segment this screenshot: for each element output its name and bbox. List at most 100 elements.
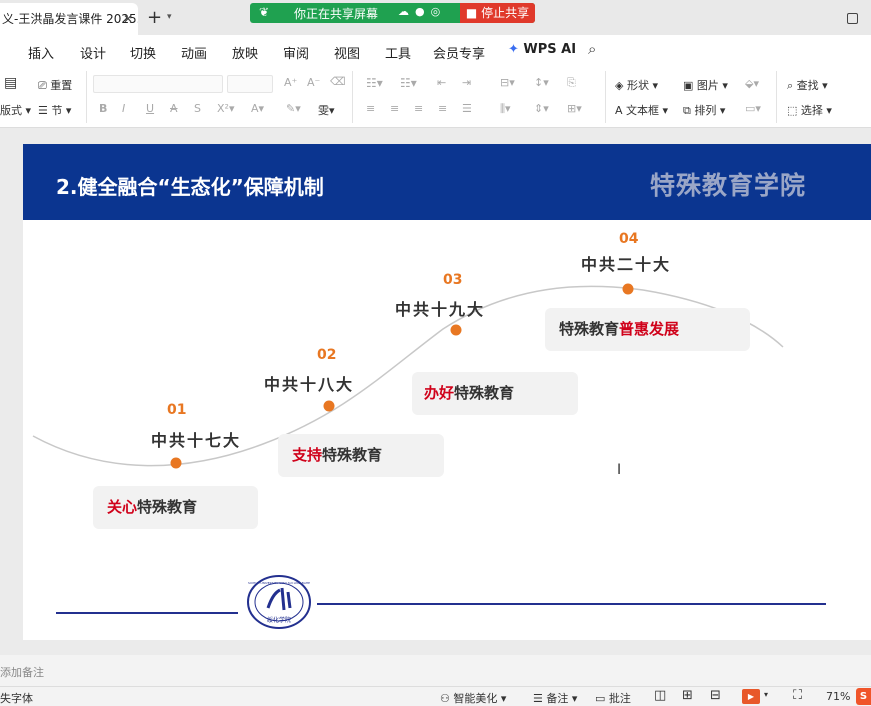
increase-indent-icon[interactable]: ⇥ <box>462 76 471 89</box>
justify-icon[interactable]: ≡ <box>438 102 447 115</box>
node-box-04[interactable]: 特殊教育普惠发展 <box>545 308 750 351</box>
shadow-icon[interactable]: S <box>194 102 201 115</box>
wps-assistant-icon[interactable]: S <box>856 688 871 705</box>
missing-font-indicator[interactable]: 失字体 <box>0 690 33 706</box>
font-name-select[interactable] <box>93 75 223 93</box>
reset-icon: ⎚ <box>38 79 51 92</box>
document-tab[interactable]: 义-王洪晶发言课件 2025.5 <box>0 3 138 35</box>
bold-icon[interactable]: B <box>99 102 107 115</box>
convert-icon[interactable]: ⎘ <box>567 76 576 90</box>
new-tab-button[interactable]: + <box>147 7 162 28</box>
find-icon: ⌕ <box>787 79 797 92</box>
leaf-icon: ❦ <box>259 5 270 19</box>
smart-beautify-button[interactable]: ⚇ 智能美化 ▾ <box>440 690 506 706</box>
font-shrink-icon[interactable]: A⁻ <box>307 76 320 89</box>
play-slideshow-button[interactable]: ▶ <box>742 689 760 704</box>
footer-line-right <box>317 603 826 605</box>
node-text-01: 特殊教育 <box>137 498 198 516</box>
wps-ai-label: WPS AI <box>523 42 577 57</box>
underline-icon[interactable]: U <box>146 102 154 115</box>
university-seal: 绥化学院 SUIHUA UNIVERSITY 1953 SUI LING BAH… <box>247 575 311 629</box>
search-icon[interactable]: ⌕ <box>588 40 596 58</box>
text-effect-icon[interactable]: 雯▾ <box>318 102 335 118</box>
node-box-02[interactable]: 支持特殊教育 <box>278 434 444 477</box>
arrange-icon: ⧉ <box>683 104 695 117</box>
menu-slideshow[interactable]: 放映 <box>232 43 258 62</box>
bullet-list-icon[interactable]: ☷▾ <box>366 76 383 90</box>
comment-icon: ▭ <box>595 692 609 705</box>
align-right-icon[interactable]: ≡ <box>414 102 423 115</box>
seal-text: 绥化学院 <box>267 616 291 624</box>
select-icon: ⬚ <box>787 104 801 117</box>
italic-icon[interactable]: I <box>122 102 125 115</box>
paragraph-spacing-icon[interactable]: ⇕▾ <box>534 102 549 115</box>
columns-icon[interactable]: ⫼▾ <box>500 102 511 116</box>
numbered-list-icon[interactable]: ☷▾ <box>400 76 417 90</box>
node-box-03[interactable]: 办好特殊教育 <box>412 372 578 415</box>
node-highlight-02: 支持 <box>292 446 323 464</box>
text-direction-icon[interactable]: ⊟▾ <box>500 76 515 89</box>
wps-ai-button[interactable]: ✦ WPS AI <box>508 42 576 57</box>
decrease-indent-icon[interactable]: ⇤ <box>437 76 446 89</box>
font-color-icon[interactable]: A▾ <box>251 102 264 115</box>
select-button[interactable]: ⬚ 选择 ▾ <box>787 102 832 118</box>
reading-view-icon[interactable]: ⊟ <box>710 688 721 703</box>
node-highlight-04: 普惠发展 <box>619 320 680 338</box>
menu-view[interactable]: 视图 <box>334 43 360 62</box>
section-button[interactable]: ☰ 节 ▾ <box>38 102 71 118</box>
normal-view-icon[interactable]: ◫ <box>654 688 666 703</box>
align-center-icon[interactable]: ≡ <box>390 102 399 115</box>
align-left-icon[interactable]: ≡ <box>366 102 375 115</box>
screen-share-bar: ❦ 你正在共享屏幕 ☁●◎ ■ 停止共享 <box>250 3 535 23</box>
text-align-icon[interactable]: ⊞▾ <box>567 102 582 115</box>
notes-button[interactable]: ☰ 备注 ▾ <box>533 690 577 706</box>
strikethrough-icon[interactable]: A <box>170 102 178 115</box>
play-options-chevron-icon[interactable]: ▾ <box>764 690 768 699</box>
clear-format-icon[interactable]: ⌫ <box>330 75 346 88</box>
close-tab-icon[interactable]: ✕ <box>123 12 133 26</box>
reset-button[interactable]: ⎚ 重置 <box>38 77 72 93</box>
fit-window-icon[interactable]: ⛶ <box>793 688 802 703</box>
new-slide-icon[interactable]: ▤ <box>4 75 17 91</box>
menu-review[interactable]: 审阅 <box>283 43 309 62</box>
arrange-button[interactable]: ⧉ 排列 ▾ <box>683 102 725 118</box>
highlight-icon[interactable]: ✎▾ <box>286 102 301 115</box>
menu-insert[interactable]: 插入 <box>28 43 54 62</box>
font-grow-icon[interactable]: A⁺ <box>284 76 297 89</box>
font-size-select[interactable] <box>227 75 273 93</box>
share-tool-icons[interactable]: ☁●◎ <box>398 5 446 18</box>
ribbon-separator <box>605 71 606 123</box>
fill-icon[interactable]: ⬙▾ <box>745 77 759 90</box>
outline-icon[interactable]: ▭▾ <box>745 102 761 115</box>
line-spacing-icon[interactable]: ↕▾ <box>534 76 549 89</box>
document-tab-title: 义-王洪晶发言课件 2025.5 <box>2 12 138 26</box>
menu-design[interactable]: 设计 <box>80 43 106 62</box>
menu-transition[interactable]: 切换 <box>130 43 156 62</box>
tab-list-chevron-icon[interactable]: ▾ <box>167 12 172 22</box>
slide-sorter-icon[interactable]: ⊞ <box>682 688 693 703</box>
menu-tools[interactable]: 工具 <box>385 43 411 62</box>
node-text-04: 特殊教育 <box>559 320 620 338</box>
comment-button[interactable]: ▭ 批注 <box>595 690 631 706</box>
distributed-icon[interactable]: ☰ <box>462 102 472 115</box>
notes-pane[interactable]: 添加备注 <box>0 655 871 686</box>
superscript-icon[interactable]: X²▾ <box>217 102 234 115</box>
node-box-01[interactable]: 关心特殊教育 <box>93 486 258 529</box>
menu-member[interactable]: 会员专享 <box>433 43 485 62</box>
picture-button[interactable]: ▣ 图片 ▾ <box>683 77 728 93</box>
layout-button[interactable]: 版式 ▾ <box>0 102 31 118</box>
menu-animation[interactable]: 动画 <box>181 43 207 62</box>
status-bar: 失字体 ⚇ 智能美化 ▾ ☰ 备注 ▾ ▭ 批注 ◫ ⊞ ⊟ ▶ ▾ ⛶ 71% <box>0 686 871 705</box>
textbox-button[interactable]: A 文本框 ▾ <box>615 102 668 118</box>
timeline-dot <box>170 457 182 469</box>
find-button[interactable]: ⌕ 查找 ▾ <box>787 77 828 93</box>
zoom-level[interactable]: 71% <box>826 690 850 703</box>
node-label-04: 中共二十大 <box>581 255 672 274</box>
window-restore-icon[interactable] <box>847 13 858 24</box>
timeline-dot <box>323 400 335 412</box>
stop-share-button[interactable]: ■ 停止共享 <box>460 3 535 23</box>
slide-canvas[interactable]: 2.健全融合“生态化”保障机制 特殊教育学院 01 中共十七大 关心特殊教育 0… <box>23 144 871 640</box>
select-label: 选择 <box>800 104 823 117</box>
shape-button[interactable]: ◈ 形状 ▾ <box>615 77 658 93</box>
notes-placeholder[interactable]: 添加备注 <box>0 664 44 680</box>
